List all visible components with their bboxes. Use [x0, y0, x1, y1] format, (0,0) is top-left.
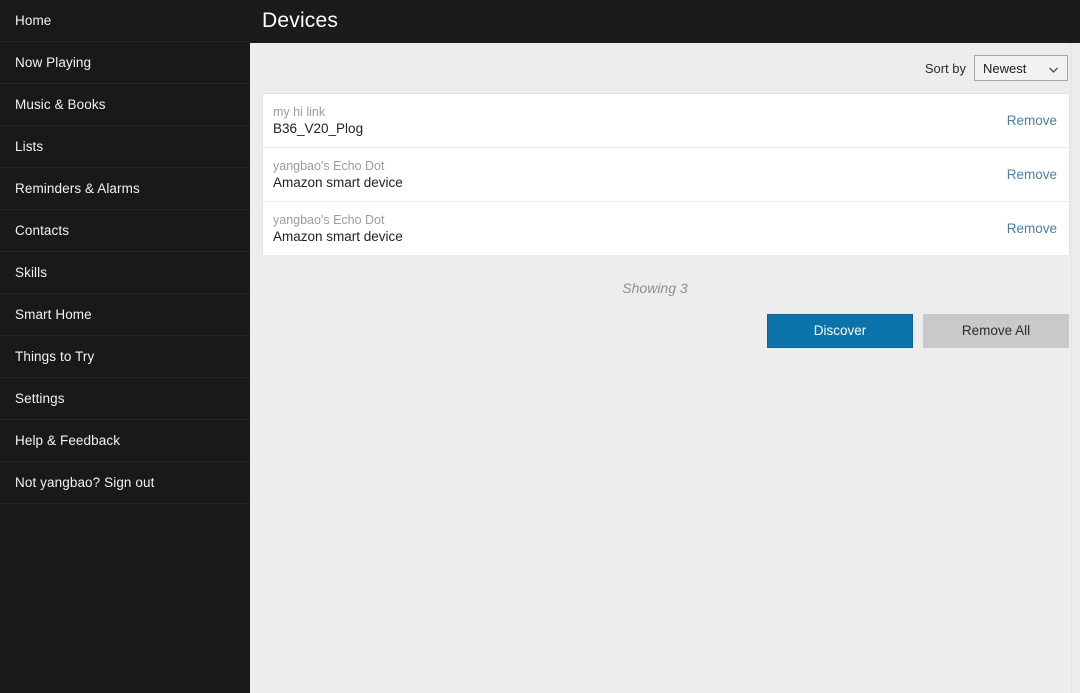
- sidebar-item-label: Settings: [15, 391, 65, 406]
- sidebar-item-contacts[interactable]: Contacts: [0, 210, 250, 252]
- discover-button[interactable]: Discover: [767, 314, 913, 348]
- top-header-bar: Devices: [250, 0, 1080, 43]
- remove-device-link[interactable]: Remove: [1007, 221, 1057, 236]
- content-panel: Sort by Newest my hi link B36_V20_Plog R…: [250, 43, 1080, 693]
- device-list-item[interactable]: yangbao's Echo Dot Amazon smart device R…: [263, 148, 1069, 202]
- sidebar-item-label: Not yangbao? Sign out: [15, 475, 155, 490]
- sidebar-item-things-to-try[interactable]: Things to Try: [0, 336, 250, 378]
- sidebar-item-label: Reminders & Alarms: [15, 181, 140, 196]
- sidebar-item-skills[interactable]: Skills: [0, 252, 250, 294]
- sidebar-item-label: Contacts: [15, 223, 70, 238]
- remove-device-link[interactable]: Remove: [1007, 113, 1057, 128]
- action-button-row: Discover Remove All: [250, 298, 1080, 348]
- remove-all-button[interactable]: Remove All: [923, 314, 1069, 348]
- sidebar-item-label: Music & Books: [15, 97, 106, 112]
- page-title: Devices: [262, 8, 339, 32]
- sidebar-item-help-and-feedback[interactable]: Help & Feedback: [0, 420, 250, 462]
- device-list-item[interactable]: yangbao's Echo Dot Amazon smart device R…: [263, 202, 1069, 256]
- sidebar-item-smart-home[interactable]: Smart Home: [0, 294, 250, 336]
- device-info: yangbao's Echo Dot Amazon smart device: [273, 158, 403, 191]
- device-subtitle: B36_V20_Plog: [273, 120, 364, 136]
- sidebar-item-now-playing[interactable]: Now Playing: [0, 42, 250, 84]
- showing-count-text: Showing 3: [622, 280, 688, 296]
- device-info: my hi link B36_V20_Plog: [273, 104, 363, 137]
- main-area: Devices Sort by Newest my hi link B36_V2…: [250, 0, 1080, 693]
- sidebar-item-music-and-books[interactable]: Music & Books: [0, 84, 250, 126]
- sidebar-item-label: Help & Feedback: [15, 433, 121, 448]
- right-edge-strip: [1071, 43, 1080, 693]
- sidebar-item-label: Things to Try: [15, 349, 95, 364]
- sidebar-item-label: Lists: [15, 139, 44, 154]
- sidebar-item-settings[interactable]: Settings: [0, 378, 250, 420]
- sidebar-nav: Home Now Playing Music & Books Lists Rem…: [0, 0, 250, 693]
- sidebar-item-lists[interactable]: Lists: [0, 126, 250, 168]
- device-info: yangbao's Echo Dot Amazon smart device: [273, 212, 403, 245]
- sidebar-item-home[interactable]: Home: [0, 0, 250, 42]
- device-name: my hi link: [273, 104, 326, 119]
- sort-by-selected-value: Newest: [983, 60, 1027, 76]
- device-subtitle: Amazon smart device: [273, 174, 403, 190]
- sidebar-item-label: Smart Home: [15, 307, 92, 322]
- sort-by-label: Sort by: [924, 60, 966, 76]
- showing-count-row: Showing 3: [250, 256, 1080, 298]
- sidebar-item-reminders-and-alarms[interactable]: Reminders & Alarms: [0, 168, 250, 210]
- device-list-item[interactable]: my hi link B36_V20_Plog Remove: [263, 94, 1069, 148]
- device-subtitle: Amazon smart device: [273, 228, 403, 244]
- device-list: my hi link B36_V20_Plog Remove yangbao's…: [262, 93, 1070, 256]
- app-root: Home Now Playing Music & Books Lists Rem…: [0, 0, 1080, 693]
- sort-by-select[interactable]: Newest: [974, 55, 1068, 81]
- sidebar-item-label: Home: [15, 13, 52, 28]
- device-name: yangbao's Echo Dot: [273, 158, 385, 173]
- sidebar-item-label: Now Playing: [15, 55, 92, 70]
- chevron-down-icon: [1048, 63, 1059, 74]
- remove-device-link[interactable]: Remove: [1007, 167, 1057, 182]
- sidebar-item-sign-out[interactable]: Not yangbao? Sign out: [0, 462, 250, 504]
- sort-control-row: Sort by Newest: [250, 43, 1080, 93]
- device-name: yangbao's Echo Dot: [273, 212, 385, 227]
- sidebar-item-label: Skills: [15, 265, 48, 280]
